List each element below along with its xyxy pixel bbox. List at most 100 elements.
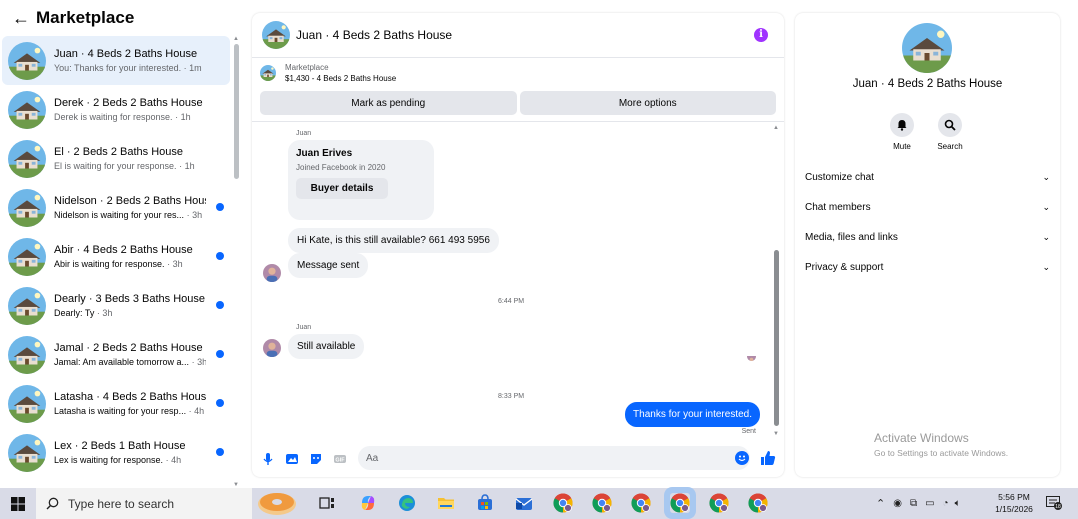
conversation-item[interactable]: Dearly · 3 Beds 3 Baths House Dearly: Ty …	[2, 281, 230, 330]
copilot-icon[interactable]	[359, 494, 377, 512]
more-options-button[interactable]: More options	[519, 91, 776, 115]
conversation-item[interactable]: Abir · 4 Beds 2 Baths House Abir is waiti…	[2, 232, 230, 281]
chrome-profile-icon[interactable]	[709, 493, 729, 513]
edge-icon[interactable]	[398, 494, 416, 512]
meet-now-icon[interactable]: ⧉	[910, 498, 917, 509]
photo-icon[interactable]	[285, 452, 299, 466]
unread-dot	[216, 203, 224, 211]
left-arrow-icon[interactable]: ←	[12, 8, 36, 29]
taskbar-search-placeholder: Type here to search	[68, 496, 175, 511]
windows-logo-icon	[11, 496, 25, 511]
media-files-links-row[interactable]: Media, files and links ⌄	[805, 227, 1050, 247]
preview-time: · 4h	[165, 455, 182, 465]
chevron-up-icon[interactable]: ⌃	[876, 497, 885, 510]
windows-start-button[interactable]	[0, 488, 36, 519]
conversation-avatar	[8, 41, 46, 80]
panel-avatar[interactable]	[902, 23, 952, 73]
file-explorer-icon[interactable]	[437, 494, 455, 512]
message-bubble[interactable]: Still available	[288, 334, 365, 359]
notification-center-button[interactable]: 18	[1046, 496, 1062, 510]
chat-avatar[interactable]	[262, 21, 290, 49]
scroll-down-icon[interactable]: ▼	[773, 431, 779, 437]
gif-icon[interactable]: GIF	[333, 452, 347, 466]
scroll-up-icon[interactable]: ▲	[233, 36, 239, 42]
chrome-profile-icon[interactable]	[592, 493, 612, 513]
task-view-icon[interactable]	[318, 494, 336, 512]
preview-time: · 1h	[179, 161, 195, 171]
message-bubble[interactable]: Message sent	[288, 253, 369, 278]
conversation-avatar	[8, 384, 46, 423]
mute-button[interactable]: Mute	[877, 113, 927, 151]
message-input[interactable]	[358, 446, 750, 470]
customize-chat-row[interactable]: Customize chat ⌄	[805, 167, 1050, 187]
chat-title[interactable]: Juan · 4 Beds 2 Baths House	[296, 28, 452, 42]
preview-time: · 1m	[183, 63, 202, 73]
wifi-icon[interactable]: ◔	[943, 498, 949, 509]
chrome-profile-icon[interactable]	[631, 493, 651, 513]
row-label: Privacy & support	[805, 261, 884, 273]
emoji-icon[interactable]	[735, 451, 749, 465]
preview-time: · 3h	[167, 259, 183, 269]
privacy-support-row[interactable]: Privacy & support ⌄	[805, 257, 1050, 277]
battery-icon[interactable]: ▭	[925, 498, 934, 509]
sticker-icon[interactable]	[309, 452, 323, 466]
info-icon[interactable]: i	[754, 28, 768, 42]
sender-avatar[interactable]	[263, 339, 281, 357]
chevron-down-icon: ⌄	[1042, 201, 1050, 212]
conversation-name: El · 2 Beds 2 Baths House	[54, 146, 184, 158]
preview-text: Derek is waiting for response.	[54, 112, 173, 122]
conversation-item[interactable]: Latasha · 4 Beds 2 Baths House Latasha is…	[2, 379, 230, 428]
conversation-avatar	[8, 433, 46, 472]
conversation-item[interactable]: Derek · 2 Beds 2 Baths House Derek is wai…	[2, 85, 230, 134]
sidebar-scrollbar[interactable]: ▲ ▼	[232, 36, 240, 488]
conversation-avatar	[8, 237, 46, 276]
chrome-profile-icon[interactable]	[553, 493, 573, 513]
volume-icon[interactable]: 🔈︎	[955, 498, 961, 509]
mark-as-pending-button[interactable]: Mark as pending	[260, 91, 517, 115]
taskbar-clock[interactable]: 5:56 PM 1/15/2026	[990, 491, 1038, 515]
conversation-item[interactable]: Juan · 4 Beds 2 Baths House You: Thanks f…	[2, 36, 230, 85]
conversation-item[interactable]: Nidelson · 2 Beds 2 Baths House Nidelson …	[2, 183, 230, 232]
microphone-icon[interactable]	[261, 452, 275, 466]
preview-text: Jamal: Am available tomorrow a...	[54, 357, 190, 367]
chrome-profile-icon-active[interactable]	[670, 493, 690, 513]
chrome-profile-icon[interactable]	[748, 493, 768, 513]
message-thread: Juan Juan Erives Joined Facebook in 2020…	[252, 124, 772, 436]
chat-scroll-thumb[interactable]	[774, 250, 779, 426]
outgoing-message-bubble[interactable]: Thanks for your interested.	[625, 402, 760, 427]
system-tray: ⌃ ◉ ⧉ ▭ ◔ 🔈︎	[876, 488, 961, 519]
sidebar-scroll-thumb[interactable]	[234, 44, 239, 179]
preview-text: Abir is waiting for response.	[54, 259, 165, 269]
thumbs-up-icon[interactable]	[760, 450, 776, 466]
sender-label: Juan	[296, 130, 312, 137]
preview-time: · 4h	[188, 406, 205, 416]
listing-actions: Mark as pending More options	[260, 91, 776, 115]
record-icon[interactable]: ◉	[893, 498, 902, 509]
search-button[interactable]: Search	[925, 113, 975, 151]
preview-text: You: Thanks for your interested.	[54, 63, 182, 73]
svg-text:18: 18	[1055, 504, 1061, 510]
conversation-preview: El is waiting for your response. · 1h	[54, 161, 206, 171]
listing-summary[interactable]: Marketplace $1,430 - 4 Beds 2 Baths Hous…	[260, 63, 396, 83]
panel-name: Juan · 4 Beds 2 Baths House	[852, 78, 1003, 90]
taskbar-search-box[interactable]: Type here to search	[36, 488, 252, 519]
sent-status: Sent	[741, 428, 756, 435]
sidebar-title: Marketplace	[36, 8, 135, 27]
mail-icon[interactable]	[515, 494, 533, 512]
scroll-up-icon[interactable]: ▲	[773, 125, 779, 131]
conversation-item[interactable]: Lex · 2 Beds 1 Bath House Lex is waiting …	[2, 428, 230, 477]
chevron-down-icon: ⌄	[1042, 171, 1050, 182]
search-label: Search	[937, 142, 963, 151]
conversation-preview: Nidelson is waiting for your res... · 3h	[54, 210, 206, 220]
store-icon[interactable]	[476, 494, 494, 512]
conversation-item[interactable]: Jamal · 2 Beds 2 Baths House Jamal: Am av…	[2, 330, 230, 379]
sender-avatar[interactable]	[263, 264, 281, 282]
buyer-details-button[interactable]: Buyer details	[296, 178, 388, 199]
row-label: Customize chat	[805, 171, 874, 183]
chat-members-row[interactable]: Chat members ⌄	[805, 197, 1050, 217]
message-bubble[interactable]: Hi Kate, is this still available? 661 49…	[288, 228, 499, 253]
chat-scrollbar[interactable]: ▲ ▼	[772, 125, 782, 437]
conversation-item[interactable]: El · 2 Beds 2 Baths House El is waiting f…	[2, 134, 230, 183]
donut-widget-icon[interactable]	[256, 490, 298, 517]
conversation-name: Abir · 4 Beds 2 Baths House	[54, 244, 193, 256]
